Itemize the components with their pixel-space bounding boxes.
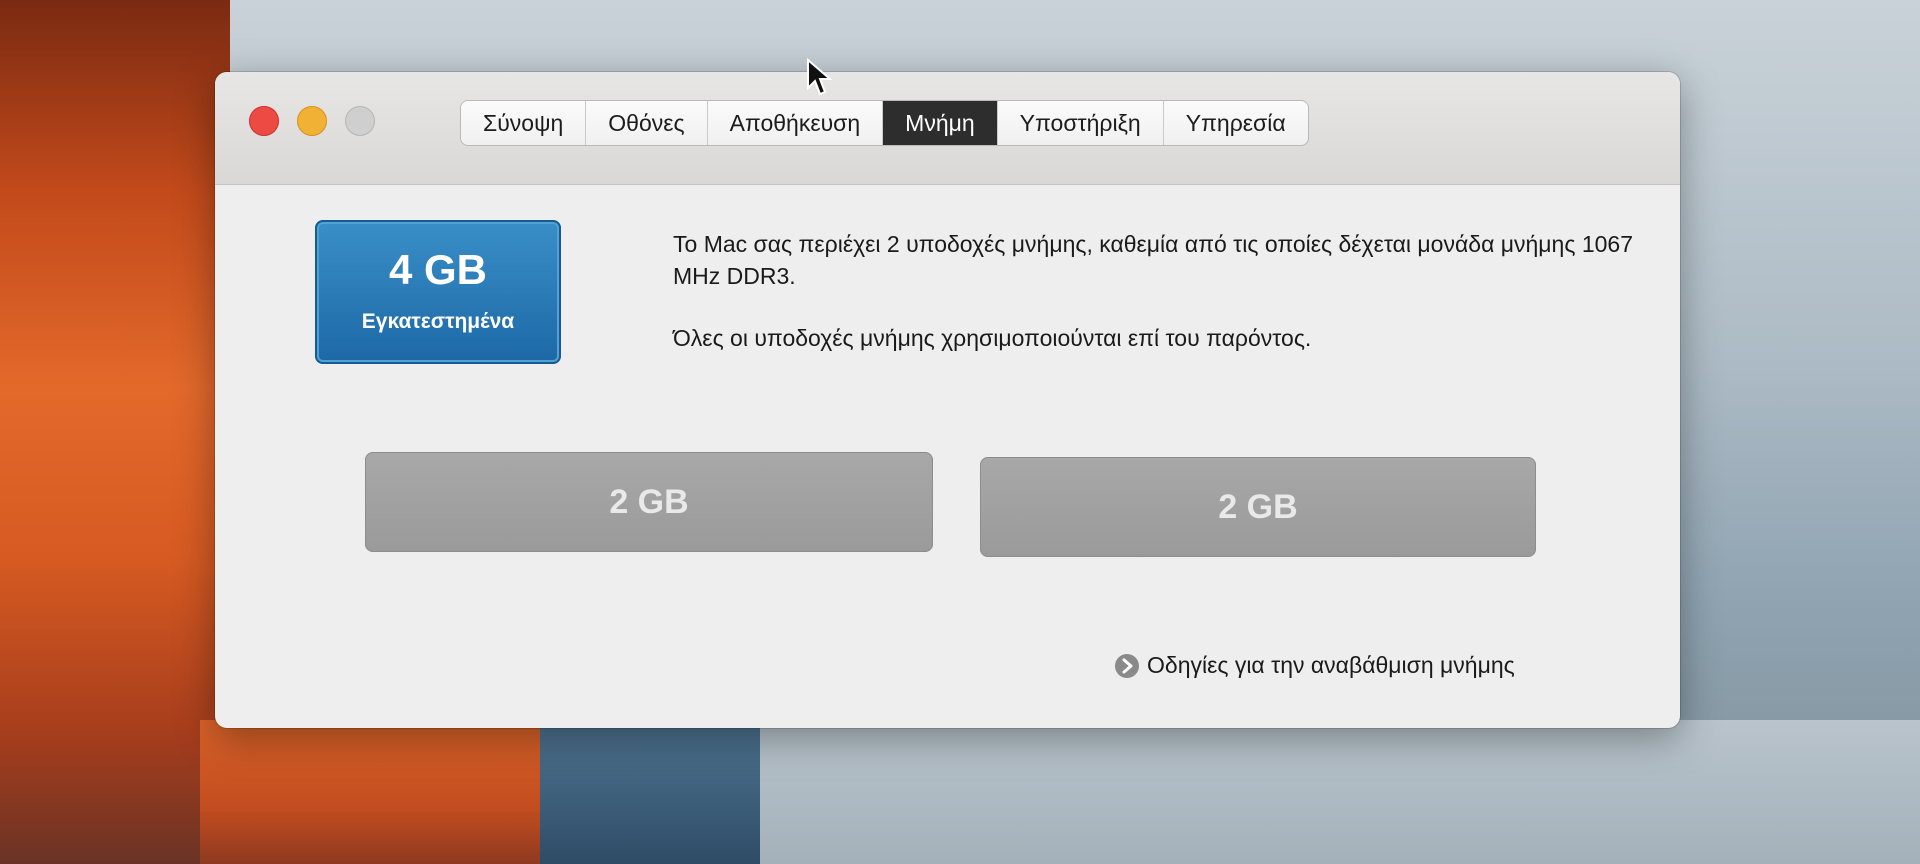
minimize-button[interactable] bbox=[297, 106, 327, 136]
wallpaper-rock-base bbox=[200, 720, 560, 864]
installed-memory-size: 4 GB bbox=[388, 246, 488, 293]
installed-memory-badge: 4 GB Εγκατεστημένα bbox=[315, 220, 561, 364]
memory-description: Το Mac σας περιέχει 2 υποδοχές μνήμης, κ… bbox=[673, 228, 1633, 354]
memory-slot-2: 2 GB bbox=[980, 457, 1536, 557]
tab-overview[interactable]: Σύνοψη bbox=[461, 101, 587, 145]
wallpaper-sky bbox=[760, 720, 1920, 864]
tab-storage[interactable]: Αποθήκευση bbox=[708, 101, 884, 145]
zoom-button[interactable] bbox=[345, 106, 375, 136]
tab-memory[interactable]: Μνήμη bbox=[883, 101, 998, 145]
installed-memory-label: Εγκατεστημένα bbox=[361, 310, 515, 333]
arrow-right-circle-icon bbox=[1115, 653, 1139, 678]
titlebar: Σύνοψη Οθόνες Αποθήκευση Μνήμη Υποστήριξ… bbox=[215, 72, 1680, 185]
memory-slots-usage: Όλες οι υποδοχές μνήμης χρησιμοποιούνται… bbox=[673, 325, 1312, 351]
tab-displays[interactable]: Οθόνες bbox=[586, 101, 708, 145]
close-button[interactable] bbox=[249, 106, 279, 136]
mouse-pointer-icon bbox=[807, 58, 833, 96]
memory-slot-1: 2 GB bbox=[365, 452, 933, 552]
wallpaper-rock bbox=[0, 0, 230, 864]
tab-support[interactable]: Υποστήριξη bbox=[998, 101, 1164, 145]
upgrade-link-label: Οδηγίες για την αναβάθμιση μνήμης bbox=[1147, 652, 1515, 678]
tab-service[interactable]: Υπηρεσία bbox=[1164, 101, 1308, 145]
about-this-mac-window: Σύνοψη Οθόνες Αποθήκευση Μνήμη Υποστήριξ… bbox=[215, 72, 1680, 728]
tab-bar: Σύνοψη Οθόνες Αποθήκευση Μνήμη Υποστήριξ… bbox=[460, 100, 1309, 146]
memory-upgrade-instructions-link[interactable]: Οδηγίες για την αναβάθμιση μνήμης bbox=[1115, 652, 1515, 679]
memory-slots-info: Το Mac σας περιέχει 2 υποδοχές μνήμης, κ… bbox=[673, 231, 1633, 289]
